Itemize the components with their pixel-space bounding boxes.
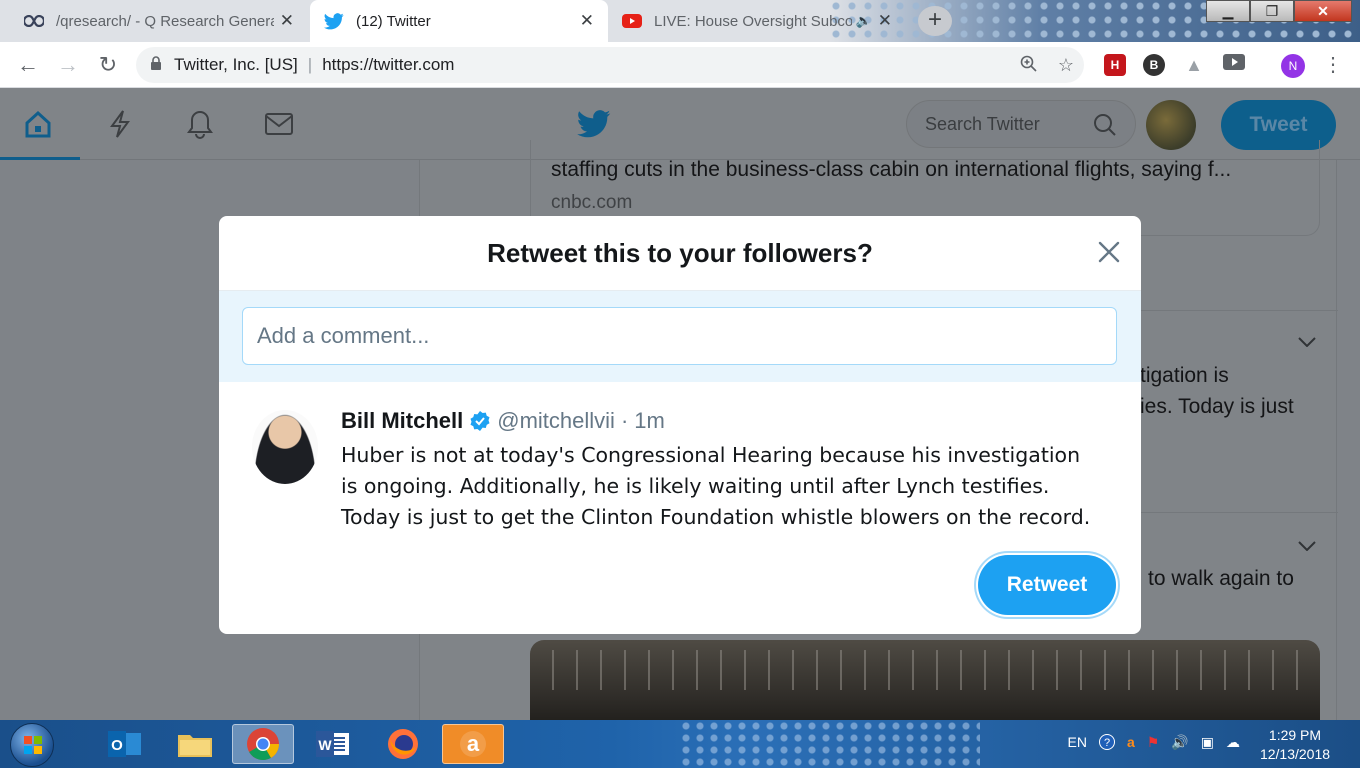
link-card-text: staffing cuts in the business-class cabi… bbox=[551, 158, 1232, 181]
notifications-bell-icon[interactable] bbox=[180, 106, 220, 142]
action-center-flag-icon[interactable]: ⚑ bbox=[1147, 734, 1160, 753]
comment-input[interactable] bbox=[242, 307, 1117, 365]
avast-tray-icon[interactable]: a bbox=[1127, 734, 1135, 753]
taskbar-wallpaper bbox=[680, 720, 980, 768]
language-indicator[interactable]: EN bbox=[1068, 734, 1087, 753]
twitter-logo-icon[interactable] bbox=[574, 106, 614, 142]
twitter-bird-icon bbox=[324, 11, 344, 31]
tweet-text: Huber is not at today's Congressional He… bbox=[341, 443, 1091, 529]
svg-text:?: ? bbox=[1104, 737, 1110, 749]
messages-envelope-icon[interactable] bbox=[259, 106, 299, 142]
dialog-title: Retweet this to your followers? bbox=[219, 216, 1141, 291]
bg-tweet-text: ies. Today is just bbox=[1140, 395, 1294, 418]
window-controls: ▁ ❐ ✕ bbox=[1206, 0, 1352, 22]
svg-text:a: a bbox=[467, 731, 480, 756]
retweet-dialog: Retweet this to your followers? Bill Mit… bbox=[219, 216, 1141, 634]
svg-text:W: W bbox=[318, 737, 332, 753]
bg-tweet-text: tigation is bbox=[1140, 364, 1229, 387]
author-handle[interactable]: @mitchellvii bbox=[497, 408, 615, 434]
drive-icon[interactable]: ▲ bbox=[1183, 54, 1205, 76]
extension-b-icon[interactable]: B bbox=[1143, 54, 1165, 76]
outlook-icon[interactable]: O bbox=[94, 724, 156, 764]
author-name[interactable]: Bill Mitchell bbox=[341, 408, 463, 434]
infinity-icon bbox=[24, 11, 44, 31]
author-row: Bill Mitchell @mitchellvii · 1m bbox=[341, 408, 665, 434]
zoom-icon[interactable] bbox=[1020, 55, 1038, 78]
link-card-domain: cnbc.com bbox=[551, 192, 633, 213]
close-icon[interactable]: ✕ bbox=[878, 11, 892, 31]
meta-separator: · bbox=[620, 408, 629, 433]
back-arrow-icon[interactable]: ← bbox=[14, 51, 42, 79]
file-explorer-icon[interactable] bbox=[164, 724, 226, 764]
url-text: https://twitter.com bbox=[322, 55, 455, 74]
extension-red-icon[interactable]: H bbox=[1104, 54, 1126, 76]
minimize-button[interactable]: ▁ bbox=[1206, 0, 1250, 22]
reload-icon[interactable]: ↻ bbox=[94, 51, 122, 79]
menu-kebab-icon[interactable]: ⋮ bbox=[1319, 51, 1347, 79]
chrome-icon[interactable] bbox=[232, 724, 294, 764]
forward-arrow-icon[interactable]: → bbox=[54, 51, 82, 79]
close-icon[interactable]: ✕ bbox=[280, 11, 294, 31]
omnibox-separator: | bbox=[307, 55, 313, 74]
bookmark-star-icon[interactable]: ☆ bbox=[1058, 55, 1074, 78]
new-tab-button[interactable]: + bbox=[918, 6, 952, 36]
window-close-button[interactable]: ✕ bbox=[1294, 0, 1352, 22]
tab-strip: /qresearch/ - Q Research Genera ✕ (12) T… bbox=[0, 0, 1360, 42]
moments-lightning-icon[interactable] bbox=[100, 106, 140, 142]
firefox-icon[interactable] bbox=[372, 724, 434, 764]
volume-icon[interactable]: 🔊 bbox=[1171, 734, 1188, 753]
restore-button[interactable]: ❐ bbox=[1250, 0, 1294, 22]
tab-twitter[interactable]: (12) Twitter ✕ bbox=[310, 0, 608, 42]
word-icon[interactable]: W bbox=[302, 724, 364, 764]
verified-badge-icon bbox=[469, 410, 491, 432]
site-identity: Twitter, Inc. [US] bbox=[174, 55, 298, 74]
lock-icon bbox=[150, 55, 162, 75]
close-icon[interactable]: ✕ bbox=[580, 11, 594, 31]
system-tray: EN ? a ⚑ 🔊 ▣ ☁ bbox=[1068, 734, 1240, 753]
tab-title: /qresearch/ - Q Research Genera bbox=[56, 12, 274, 30]
video-extension-icon[interactable] bbox=[1223, 54, 1245, 76]
clock-time: 1:29 PM bbox=[1268, 727, 1322, 743]
youtube-icon bbox=[622, 11, 642, 31]
home-icon[interactable] bbox=[18, 106, 58, 142]
omnibox-actions: ☆ bbox=[1020, 55, 1074, 78]
browser-toolbar: ← → ↻ Twitter, Inc. [US] | https://twitt… bbox=[0, 42, 1360, 88]
address-bar[interactable]: Twitter, Inc. [US] | https://twitter.com… bbox=[136, 47, 1084, 83]
svg-text:O: O bbox=[111, 737, 123, 754]
speaker-icon[interactable]: 🔈 bbox=[856, 13, 872, 29]
tab-title: LIVE: House Oversight Subco bbox=[654, 12, 852, 30]
author-avatar[interactable] bbox=[252, 410, 318, 484]
system-clock[interactable]: 1:29 PM 12/13/2018 bbox=[1240, 726, 1350, 764]
windows-taskbar: O W a EN ? a ⚑ 🔊 ▣ ☁ 1:29 PM 12/13/2018 bbox=[0, 720, 1360, 768]
chevron-down-icon[interactable] bbox=[1298, 538, 1316, 556]
comment-area bbox=[219, 291, 1141, 382]
network-icon[interactable]: ▣ bbox=[1201, 734, 1214, 753]
clock-date: 12/13/2018 bbox=[1259, 746, 1331, 762]
search-placeholder: Search Twitter bbox=[925, 113, 1040, 134]
close-icon[interactable] bbox=[1095, 238, 1123, 266]
profile-avatar[interactable]: N bbox=[1281, 54, 1305, 78]
chevron-down-icon[interactable] bbox=[1298, 334, 1316, 352]
avast-icon[interactable]: a bbox=[442, 724, 504, 764]
onedrive-icon[interactable]: ☁ bbox=[1226, 734, 1240, 753]
bg-tweet-text: to walk again to bbox=[1148, 567, 1294, 590]
tweet-photo[interactable] bbox=[530, 640, 1320, 720]
search-icon bbox=[1093, 113, 1117, 142]
tweet-timestamp[interactable]: 1m bbox=[634, 408, 665, 434]
tab-youtube-live[interactable]: LIVE: House Oversight Subco 🔈 ✕ bbox=[608, 0, 906, 42]
retweet-button[interactable]: Retweet bbox=[978, 555, 1116, 615]
tab-qresearch[interactable]: /qresearch/ - Q Research Genera ✕ bbox=[10, 0, 308, 42]
home-active-indicator bbox=[0, 157, 80, 160]
help-icon[interactable]: ? bbox=[1098, 734, 1115, 753]
tab-title: (12) Twitter bbox=[356, 12, 431, 30]
start-button[interactable] bbox=[10, 723, 54, 767]
